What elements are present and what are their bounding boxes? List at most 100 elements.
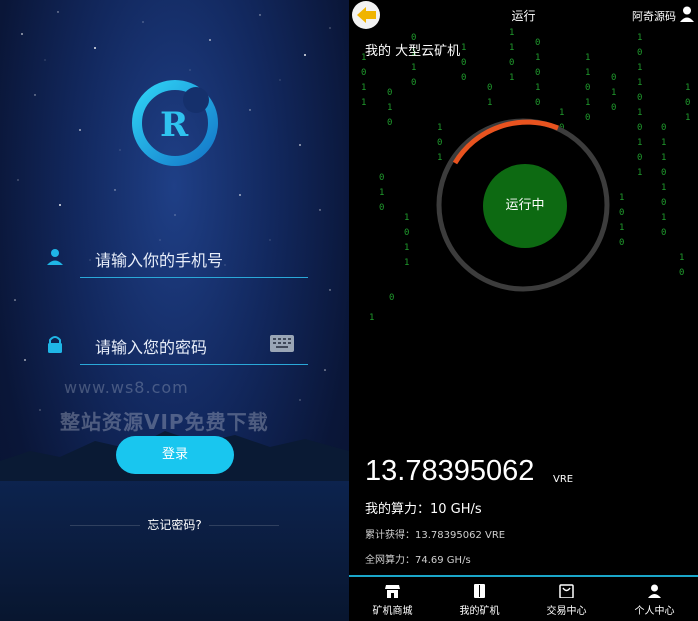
- svg-text:1: 1: [461, 43, 466, 53]
- svg-text:0: 0: [637, 93, 642, 103]
- status-indicator: 运行中: [483, 164, 567, 248]
- svg-text:1: 1: [585, 98, 590, 108]
- svg-text:0: 0: [461, 58, 466, 68]
- top-bar: 运行 阿奇源码: [349, 0, 698, 32]
- svg-text:1: 1: [661, 153, 666, 163]
- tab-trading-center[interactable]: 交易中心: [523, 577, 610, 619]
- total-unit: VRE: [553, 474, 574, 485]
- svg-text:0: 0: [509, 58, 514, 68]
- tab-my-miner[interactable]: 我的矿机: [436, 577, 523, 619]
- svg-text:1: 1: [379, 188, 384, 198]
- svg-text:0: 0: [619, 238, 624, 248]
- svg-text:0: 0: [387, 88, 392, 98]
- svg-text:1: 1: [661, 213, 666, 223]
- svg-text:1: 1: [619, 193, 624, 203]
- svg-text:1: 1: [585, 53, 590, 63]
- tab-label: 个人中心: [634, 606, 675, 617]
- svg-text:0: 0: [679, 268, 684, 278]
- password-field[interactable]: 请输入您的密码: [40, 325, 308, 365]
- svg-text:0: 0: [535, 68, 540, 78]
- password-underline: [80, 364, 308, 365]
- svg-text:0: 0: [389, 293, 394, 303]
- svg-text:1: 1: [404, 258, 409, 268]
- svg-text:1: 1: [661, 183, 666, 193]
- svg-text:1: 1: [487, 98, 492, 108]
- app-logo-icon: R: [132, 80, 218, 166]
- svg-text:0: 0: [637, 153, 642, 163]
- profile-icon[interactable]: [680, 6, 694, 22]
- login-screen: R 请输入你的手机号 请输入您的密码 www.ws8.com 整站资源VIP免费…: [0, 0, 349, 621]
- svg-text:0: 0: [585, 83, 590, 93]
- svg-text:0: 0: [661, 198, 666, 208]
- svg-text:1: 1: [637, 63, 642, 73]
- svg-text:0: 0: [411, 78, 416, 88]
- svg-text:1: 1: [535, 53, 540, 63]
- svg-text:1: 1: [619, 223, 624, 233]
- user-icon: [47, 249, 63, 265]
- svg-text:0: 0: [487, 83, 492, 93]
- svg-text:0: 0: [461, 73, 466, 83]
- svg-text:0: 0: [619, 208, 624, 218]
- total-value: 13.78395062: [365, 455, 535, 487]
- bottom-tab-bar: 矿机商城 我的矿机 交易中心 个人中心: [349, 575, 698, 621]
- tab-miner-store[interactable]: 矿机商城: [349, 577, 436, 619]
- svg-text:0: 0: [535, 38, 540, 48]
- svg-text:0: 0: [661, 123, 666, 133]
- svg-text:1: 1: [369, 313, 374, 323]
- svg-text:1: 1: [679, 253, 684, 263]
- miner-name: 我的 大型云矿机: [365, 44, 461, 59]
- svg-text:1: 1: [387, 103, 392, 113]
- svg-text:0: 0: [611, 73, 616, 83]
- svg-text:0: 0: [379, 173, 384, 183]
- store-icon: [385, 585, 400, 598]
- svg-text:1: 1: [509, 43, 514, 53]
- network-power: 全网算力：74.69 GH/s: [365, 555, 471, 566]
- login-button[interactable]: 登录: [116, 436, 234, 474]
- forgot-password-link[interactable]: 忘记密码?: [147, 518, 201, 532]
- svg-text:0: 0: [661, 228, 666, 238]
- miner-screen: 1 0 1 1 0 1 0 0 1 1 0 1 0 1 1 0 0 0 1 1 1 0 1 0 1 0 1 0 1 0 1…: [349, 0, 698, 621]
- svg-text:0: 0: [637, 48, 642, 58]
- brand-text: 阿奇源码: [632, 10, 676, 23]
- tab-label: 矿机商城: [372, 606, 413, 617]
- tab-label: 我的矿机: [459, 606, 500, 617]
- svg-text:1: 1: [404, 243, 409, 253]
- lake-background: [0, 471, 349, 621]
- svg-text:0: 0: [685, 98, 690, 108]
- svg-text:1: 1: [509, 73, 514, 83]
- lock-icon: [48, 336, 62, 353]
- svg-text:1: 1: [637, 108, 642, 118]
- svg-text:1: 1: [535, 83, 540, 93]
- svg-text:1: 1: [404, 213, 409, 223]
- svg-text:1: 1: [637, 168, 642, 178]
- phone-field[interactable]: 请输入你的手机号: [40, 238, 308, 278]
- svg-text:1: 1: [637, 33, 642, 43]
- svg-text:0: 0: [535, 98, 540, 108]
- keyboard-icon[interactable]: [270, 335, 294, 352]
- bag-icon: [559, 584, 574, 598]
- user-icon: [648, 584, 661, 598]
- svg-text:1: 1: [637, 138, 642, 148]
- svg-text:0: 0: [387, 118, 392, 128]
- tab-label: 交易中心: [546, 606, 587, 617]
- cumulative-earned: 累计获得：13.78395062 VRE: [365, 530, 506, 541]
- svg-text:1: 1: [637, 78, 642, 88]
- svg-text:1: 1: [685, 83, 690, 93]
- svg-text:0: 0: [379, 203, 384, 213]
- forgot-password-row: 忘记密码?: [0, 516, 349, 533]
- watermark-text: 整站资源VIP免费下载: [60, 410, 269, 434]
- my-power: 我的算力：10 GH/s: [365, 502, 482, 517]
- svg-text:1: 1: [361, 98, 366, 108]
- svg-text:1: 1: [685, 113, 690, 123]
- svg-text:1: 1: [611, 88, 616, 98]
- phone-input[interactable]: 请输入你的手机号: [95, 247, 223, 271]
- tab-personal-center[interactable]: 个人中心: [611, 577, 698, 619]
- password-input[interactable]: 请输入您的密码: [95, 334, 207, 358]
- svg-text:0: 0: [611, 103, 616, 113]
- phone-underline: [80, 277, 308, 278]
- svg-text:R: R: [160, 105, 189, 145]
- svg-text:1: 1: [585, 68, 590, 78]
- svg-text:0: 0: [404, 228, 409, 238]
- svg-text:1: 1: [361, 83, 366, 93]
- watermark-url: www.ws8.com: [64, 378, 189, 397]
